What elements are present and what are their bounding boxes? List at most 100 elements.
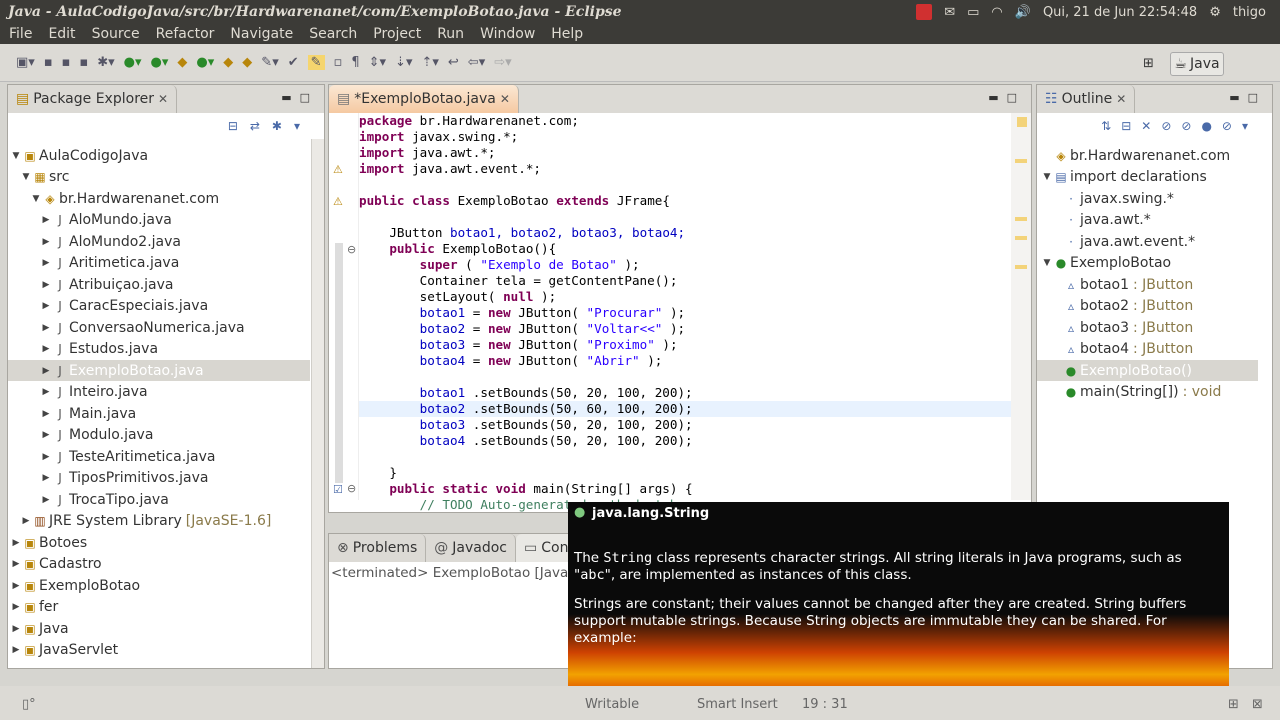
- menu-item-search[interactable]: Search: [300, 26, 364, 42]
- expand-arrow-icon[interactable]: ▼: [1041, 172, 1053, 182]
- menu-item-file[interactable]: File: [0, 26, 39, 42]
- tree-item[interactable]: ▶ J Modulo.java: [8, 425, 310, 446]
- prev-annotation-icon[interactable]: ⇡▾: [421, 55, 438, 70]
- tree-item[interactable]: ▶ J Inteiro.java: [8, 382, 310, 403]
- menu-item-project[interactable]: Project: [364, 26, 428, 42]
- fold-icon[interactable]: ⊖: [347, 482, 356, 495]
- toggle-mark-icon[interactable]: ✔: [288, 55, 299, 70]
- progress-icon[interactable]: ⊞: [1228, 697, 1239, 712]
- tree-item[interactable]: ▶ ▣ Java: [8, 618, 310, 639]
- expand-arrow-icon[interactable]: ▶: [10, 645, 22, 655]
- code-area[interactable]: package br.Hardwarenanet.com; import java…: [359, 113, 1011, 512]
- outline-toolbar[interactable]: ⇅⊟✕⊘⊘●⊘▾: [1101, 119, 1258, 133]
- tab-problems[interactable]: ⊗ Problems: [329, 534, 427, 562]
- minimize-maximize[interactable]: ▬□: [1229, 91, 1266, 104]
- tree-item[interactable]: ● main(String[]): void: [1037, 382, 1258, 403]
- save-icon[interactable]: ▪: [44, 55, 53, 70]
- fold-icon[interactable]: ⊖: [347, 243, 356, 256]
- open-type-icon[interactable]: ◆: [223, 55, 233, 70]
- new-class-icon[interactable]: ●▾: [196, 55, 214, 70]
- tree-item[interactable]: ▼ ▦ src: [8, 167, 310, 188]
- trim-icon[interactable]: ⊠: [1252, 697, 1263, 712]
- java-perspective-button[interactable]: ☕ Java: [1170, 52, 1224, 76]
- tree-item[interactable]: ▶ J AloMundo.java: [8, 210, 310, 231]
- tree-item[interactable]: ▶ J Aritimetica.java: [8, 253, 310, 274]
- minimize-maximize[interactable]: ▬□: [988, 91, 1025, 104]
- tree-item[interactable]: ▶ J ConversaoNumerica.java: [8, 317, 310, 338]
- tree-item[interactable]: ▶ J Estudos.java: [8, 339, 310, 360]
- tree-item[interactable]: ◈ br.Hardwarenanet.com: [1037, 145, 1258, 166]
- fast-view-icon[interactable]: ▯°: [22, 697, 36, 712]
- tree-item[interactable]: · javax.swing.*: [1037, 188, 1258, 209]
- expand-arrow-icon[interactable]: ▶: [40, 323, 52, 333]
- tree-item[interactable]: ▼ ● ExemploBotao: [1037, 253, 1258, 274]
- open-perspective-icon[interactable]: ⊞: [1143, 56, 1154, 71]
- wifi-icon[interactable]: ◠: [991, 5, 1002, 20]
- tree-item[interactable]: ▼ ▣ AulaCodigoJava: [8, 145, 310, 166]
- expand-arrow-icon[interactable]: ▶: [10, 624, 22, 634]
- tab-editor-file[interactable]: ▤ *ExemploBotao.java ✕: [329, 85, 519, 113]
- close-icon[interactable]: ✕: [1116, 92, 1126, 106]
- menu-item-run[interactable]: Run: [428, 26, 471, 42]
- search-icon[interactable]: ✎▾: [261, 55, 278, 70]
- tree-item[interactable]: · java.awt.event.*: [1037, 231, 1258, 252]
- tab-package-explorer[interactable]: ▤ Package Explorer ✕: [8, 85, 178, 113]
- expand-arrow-icon[interactable]: ▶: [40, 452, 52, 462]
- expand-arrow-icon[interactable]: ▶: [40, 495, 52, 505]
- expand-arrow-icon[interactable]: ▶: [10, 538, 22, 548]
- view-toolbar[interactable]: ⊟⇄✱▾: [228, 119, 312, 133]
- tree-item[interactable]: ▶ J CaracEspeciais.java: [8, 296, 310, 317]
- tree-item[interactable]: ▵ botao2: JButton: [1037, 296, 1258, 317]
- external-tools-icon[interactable]: ●▾: [151, 55, 169, 70]
- expand-arrow-icon[interactable]: ▼: [1041, 258, 1053, 268]
- tree-item[interactable]: ▶ J AloMundo2.java: [8, 231, 310, 252]
- battery-icon[interactable]: ▭: [967, 5, 979, 20]
- tree-item[interactable]: ▼ ▤ import declarations: [1037, 167, 1258, 188]
- menu-item-refactor[interactable]: Refactor: [147, 26, 222, 42]
- expand-arrow-icon[interactable]: ▼: [10, 151, 22, 161]
- debug-icon[interactable]: ✱▾: [97, 55, 114, 70]
- tree-item[interactable]: ▶ J ExemploBotao.java: [8, 360, 310, 381]
- expand-arrow-icon[interactable]: ▶: [40, 237, 52, 247]
- menu-item-window[interactable]: Window: [471, 26, 542, 42]
- close-icon[interactable]: ✕: [158, 92, 168, 106]
- show-whitespace-icon[interactable]: ¶: [351, 55, 359, 70]
- tree-item[interactable]: ▶ J Main.java: [8, 403, 310, 424]
- minimize-maximize[interactable]: ▬□: [281, 91, 318, 104]
- expand-arrow-icon[interactable]: ▼: [20, 172, 32, 182]
- menu-item-source[interactable]: Source: [83, 26, 147, 42]
- tree-item[interactable]: ▵ botao1: JButton: [1037, 274, 1258, 295]
- tab-outline[interactable]: ☷ Outline ✕: [1037, 85, 1136, 113]
- menu-item-help[interactable]: Help: [542, 26, 590, 42]
- mail-icon[interactable]: ✉: [944, 5, 955, 20]
- tree-item[interactable]: ▶ J Atribuiçao.java: [8, 274, 310, 295]
- new-package-icon[interactable]: ◆: [177, 55, 187, 70]
- tree-item[interactable]: ▶ ▣ Cadastro: [8, 554, 310, 575]
- tree-item[interactable]: ▶ ▣ JavaServlet: [8, 640, 310, 661]
- save-all-icon[interactable]: ▪: [62, 55, 71, 70]
- annotation-icon[interactable]: ⇕▾: [369, 55, 386, 70]
- block-icon[interactable]: ▫: [334, 55, 343, 70]
- expand-arrow-icon[interactable]: ▶: [10, 581, 22, 591]
- tree-item[interactable]: ▶ J TesteAritimetica.java: [8, 446, 310, 467]
- indicator-icon[interactable]: [916, 4, 933, 20]
- print-icon[interactable]: ▪: [79, 55, 88, 70]
- tree-item[interactable]: ▶ ▣ ExemploBotao: [8, 575, 310, 596]
- expand-arrow-icon[interactable]: ▶: [40, 430, 52, 440]
- expand-arrow-icon[interactable]: ▶: [40, 280, 52, 290]
- overview-ruler[interactable]: [1011, 113, 1031, 500]
- tree-item[interactable]: ● ExemploBotao(): [1037, 360, 1258, 381]
- close-icon[interactable]: ✕: [500, 92, 510, 106]
- tree-item[interactable]: ▵ botao3: JButton: [1037, 317, 1258, 338]
- tree-item[interactable]: ▼ ◈ br.Hardwarenanet.com: [8, 188, 310, 209]
- expand-arrow-icon[interactable]: ▶: [20, 516, 32, 526]
- expand-arrow-icon[interactable]: ▶: [40, 387, 52, 397]
- expand-arrow-icon[interactable]: ▼: [30, 194, 42, 204]
- forward-icon[interactable]: ⇨▾: [494, 55, 511, 70]
- expand-arrow-icon[interactable]: ▶: [40, 301, 52, 311]
- tree-item[interactable]: ▵ botao4: JButton: [1037, 339, 1258, 360]
- menu-item-navigate[interactable]: Navigate: [221, 26, 300, 42]
- back-icon[interactable]: ⇦▾: [468, 55, 485, 70]
- tree-item[interactable]: ▶ ▣ fer: [8, 597, 310, 618]
- new-icon[interactable]: ▣▾: [16, 55, 35, 70]
